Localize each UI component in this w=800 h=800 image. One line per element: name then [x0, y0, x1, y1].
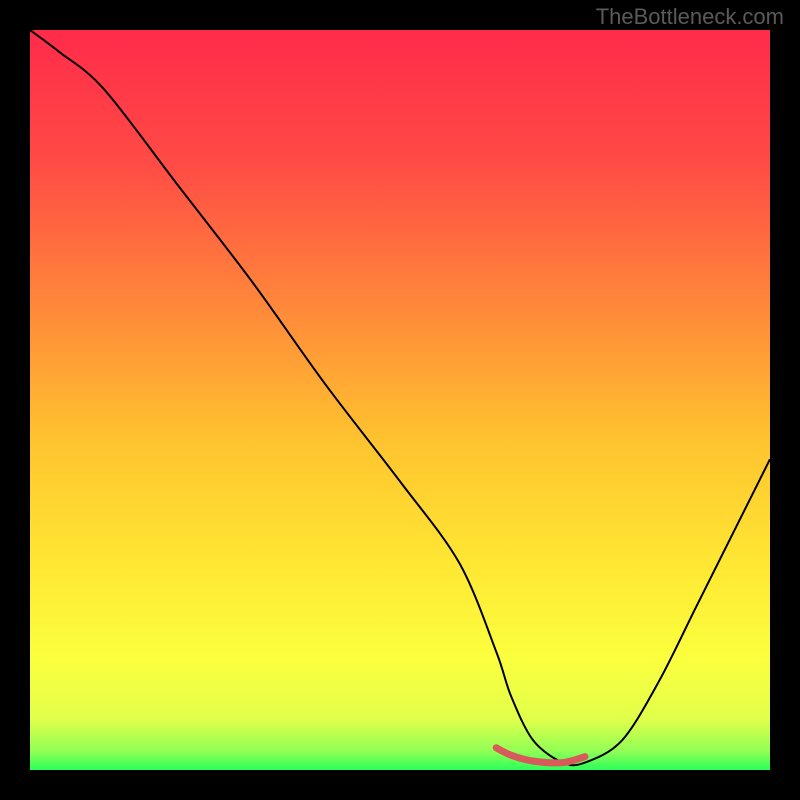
chart-plot-area	[30, 30, 770, 770]
watermark-text: TheBottleneck.com	[596, 4, 784, 30]
chart-background	[30, 30, 770, 770]
chart-svg	[30, 30, 770, 770]
